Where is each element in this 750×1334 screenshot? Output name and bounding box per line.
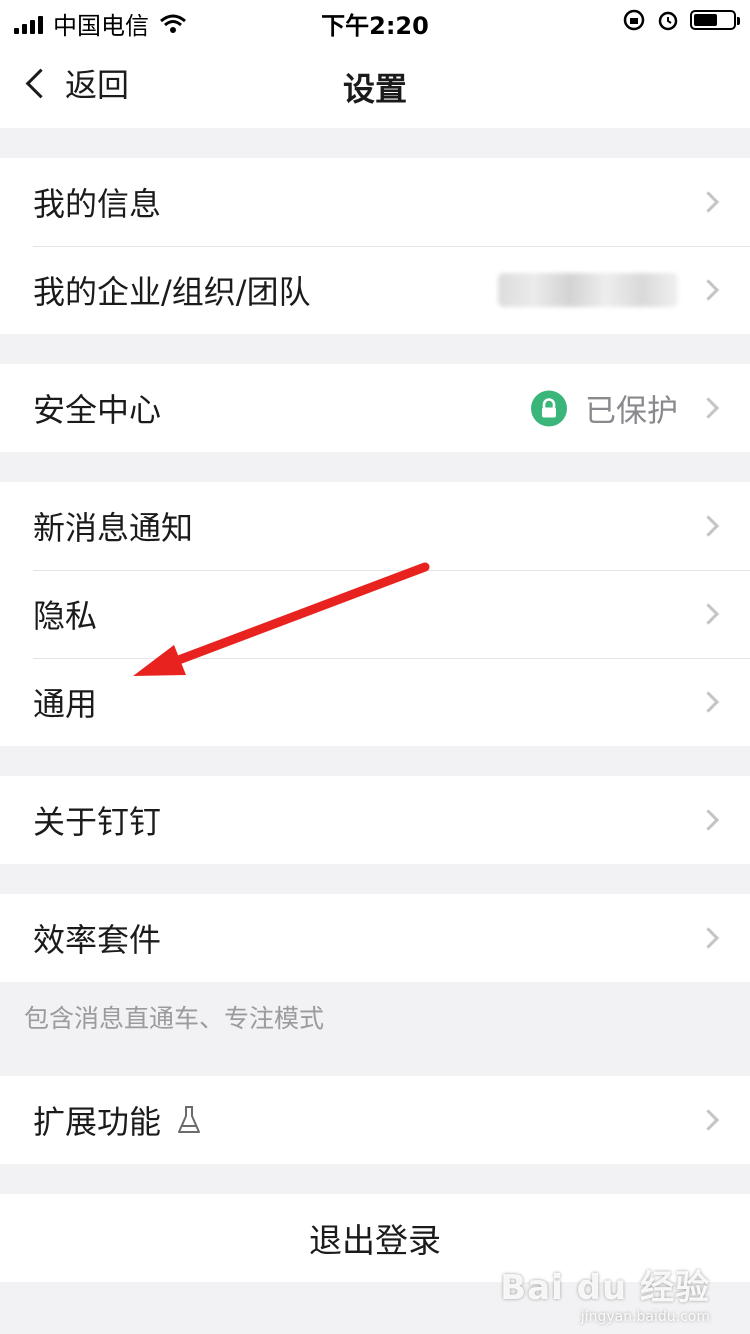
my-info-label: 我的信息 <box>33 185 162 223</box>
profile-group: 我的信息 我的企业/组织/团队 <box>0 158 750 334</box>
chevron-right-icon <box>697 397 720 419</box>
rotation-lock-icon <box>623 9 645 31</box>
extensions-row[interactable]: 扩展功能 <box>0 1076 750 1164</box>
my-info-row[interactable]: 我的信息 <box>0 158 750 246</box>
chevron-right-icon <box>697 809 720 831</box>
security-center-row[interactable]: 安全中心 已保护 <box>0 364 750 452</box>
status-bar: 中国电信 下午2:20 <box>0 0 750 40</box>
baidu-watermark: Bai du 经验 jingyan.baidu.com <box>500 1260 710 1325</box>
chevron-right-icon <box>697 1109 720 1131</box>
watermark-brand: Bai du 经验 <box>500 1268 710 1308</box>
about-dingtalk-row[interactable]: 关于钉钉 <box>0 776 750 864</box>
my-organization-label: 我的企业/组织/团队 <box>33 273 311 311</box>
page-title: 设置 <box>342 70 407 108</box>
flask-icon <box>177 1105 201 1135</box>
privacy-label: 隐私 <box>33 597 98 635</box>
notifications-label: 新消息通知 <box>33 509 194 547</box>
about-group: 关于钉钉 <box>0 776 750 864</box>
preferences-group: 新消息通知 隐私 通用 <box>0 482 750 746</box>
efficiency-description: 包含消息直通车、专注模式 <box>24 1004 325 1033</box>
general-label: 通用 <box>33 685 98 723</box>
chevron-right-icon <box>697 515 720 537</box>
security-group: 安全中心 已保护 <box>0 364 750 452</box>
chevron-right-icon <box>697 691 720 713</box>
chevron-right-icon <box>697 279 720 301</box>
security-center-label: 安全中心 <box>33 391 162 429</box>
efficiency-suite-label: 效率套件 <box>33 921 162 959</box>
watermark-url: jingyan.baidu.com <box>580 1309 710 1325</box>
chevron-right-icon <box>697 927 720 949</box>
general-row[interactable]: 通用 <box>0 658 750 746</box>
extensions-label: 扩展功能 <box>33 1103 162 1141</box>
chevron-right-icon <box>697 191 720 213</box>
efficiency-group: 效率套件 <box>0 894 750 982</box>
extensions-group: 扩展功能 <box>0 1076 750 1164</box>
chevron-right-icon <box>697 603 720 625</box>
navigation-bar: 返回 设置 <box>0 40 750 128</box>
my-organization-row[interactable]: 我的企业/组织/团队 <box>0 246 750 334</box>
lock-icon <box>531 390 567 426</box>
about-dingtalk-label: 关于钉钉 <box>33 803 162 841</box>
privacy-row[interactable]: 隐私 <box>0 570 750 658</box>
blurred-organization-name <box>498 273 678 307</box>
notifications-row[interactable]: 新消息通知 <box>0 482 750 570</box>
alarm-icon <box>658 11 678 31</box>
efficiency-suite-row[interactable]: 效率套件 <box>0 894 750 982</box>
security-status: 已保护 <box>585 393 678 430</box>
battery-icon <box>690 10 740 30</box>
